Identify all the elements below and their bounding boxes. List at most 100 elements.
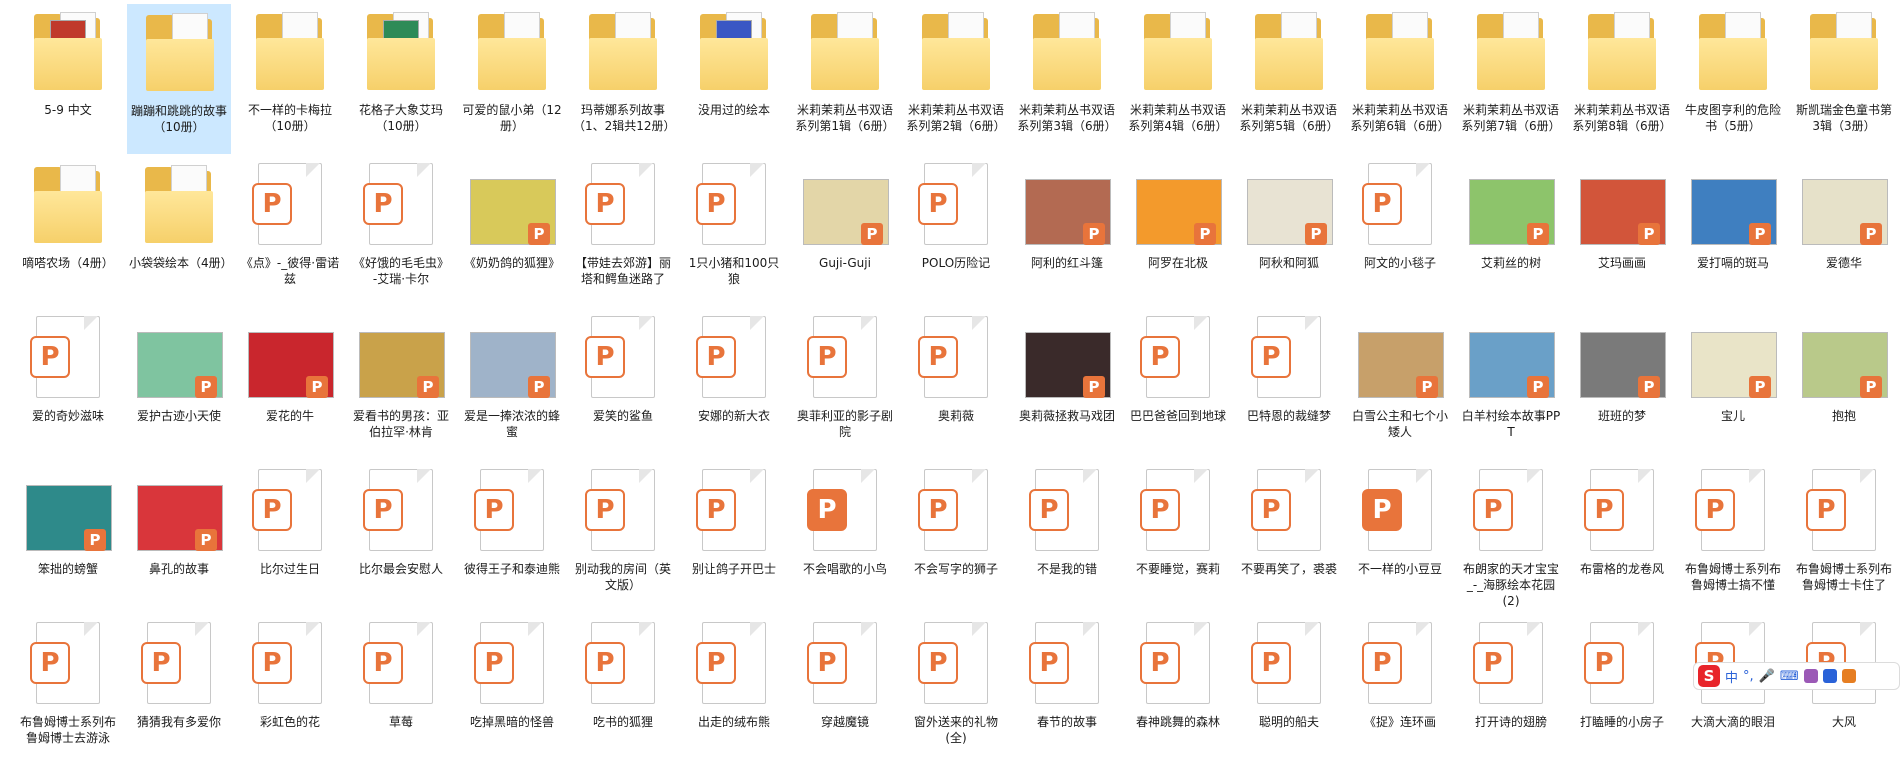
- ppt-file-item[interactable]: P 奥菲利亚的影子剧院: [793, 310, 897, 460]
- folder-item[interactable]: 米莉茉莉丛书双语系列第2辑（6册）: [904, 4, 1008, 154]
- mascot-icon[interactable]: [1841, 669, 1856, 683]
- ppt-file-item[interactable]: P 吃掉黑暗的怪兽: [460, 616, 564, 766]
- ppt-file-item[interactable]: P 草莓: [349, 616, 453, 766]
- ppt-file-item[interactable]: P 穿越魔镜: [793, 616, 897, 766]
- ppt-file-item[interactable]: P 比尔最会安慰人: [349, 463, 453, 613]
- ppt-file-item[interactable]: P 不会写字的狮子: [904, 463, 1008, 613]
- ppt-file-item[interactable]: P 爱是一捧浓浓的蜂蜜: [460, 310, 564, 460]
- ppt-file-item[interactable]: P 笨拙的螃蟹: [16, 463, 120, 613]
- ppt-file-item[interactable]: P 比尔过生日: [238, 463, 342, 613]
- ppt-file-item[interactable]: P 布雷格的龙卷风: [1570, 463, 1674, 613]
- folder-item[interactable]: 嘀嗒农场（4册）: [16, 157, 120, 307]
- ppt-file-item[interactable]: P 1只小猪和100只狼: [682, 157, 786, 307]
- ppt-file-item[interactable]: P 白羊村绘本故事PPT: [1459, 310, 1563, 460]
- ppt-file-item[interactable]: P 爱打嗝的斑马: [1681, 157, 1785, 307]
- ppt-file-item[interactable]: P大风: [1792, 616, 1896, 766]
- file-name-label: 爱德华: [1825, 256, 1862, 270]
- ppt-file-item[interactable]: P 不一样的小豆豆: [1348, 463, 1452, 613]
- ppt-file-item[interactable]: P 爱笑的鲨鱼: [571, 310, 675, 460]
- ppt-file-item[interactable]: P 猜猜我有多爱你: [127, 616, 231, 766]
- folder-item[interactable]: 没用过的绘本: [682, 4, 786, 154]
- ime-language-toggle[interactable]: 中: [1725, 667, 1738, 686]
- ppt-file-item[interactable]: P 阿秋和阿狐: [1237, 157, 1341, 307]
- ppt-file-item[interactable]: P 布鲁姆博士系列布鲁姆博士搞不懂: [1681, 463, 1785, 613]
- ime-punctuation-toggle[interactable]: °,: [1743, 669, 1754, 684]
- ppt-file-item[interactable]: P 巴特恩的裁缝梦: [1237, 310, 1341, 460]
- ppt-file-item[interactable]: P 不是我的错: [1015, 463, 1119, 613]
- folder-item[interactable]: 斯凯瑞金色童书第3辑（3册）: [1792, 4, 1896, 154]
- folder-item[interactable]: 5-9 中文: [16, 4, 120, 154]
- ppt-file-item[interactable]: P 别让鸽子开巴士: [682, 463, 786, 613]
- ppt-file-item[interactable]: P 爱看书的男孩：亚伯拉罕·林肯: [349, 310, 453, 460]
- ppt-file-item[interactable]: P 打开诗的翅膀: [1459, 616, 1563, 766]
- ppt-file-item[interactable]: P POLO历险记: [904, 157, 1008, 307]
- folder-item[interactable]: 可爱的鼠小弟（12册）: [460, 4, 564, 154]
- microphone-icon[interactable]: 🎤: [1759, 669, 1775, 684]
- ppt-file-item[interactable]: P 春神跳舞的森林: [1126, 616, 1230, 766]
- folder-item[interactable]: 不一样的卡梅拉（10册）: [238, 4, 342, 154]
- ppt-file-item[interactable]: P 窗外送来的礼物(全): [904, 616, 1008, 766]
- folder-item[interactable]: 米莉茉莉丛书双语系列第7辑（6册）: [1459, 4, 1563, 154]
- file-name-label: 不一样的卡梅拉（10册）: [247, 103, 332, 133]
- ppt-file-item[interactable]: P 春节的故事: [1015, 616, 1119, 766]
- folder-item[interactable]: 玛蒂娜系列故事（1、2辑共12册）: [571, 4, 675, 154]
- ppt-file-item[interactable]: P 《奶奶鸽的狐狸》: [460, 157, 564, 307]
- sogou-logo-icon[interactable]: S: [1698, 665, 1720, 687]
- folder-item[interactable]: 牛皮图亨利的危险书（5册）: [1681, 4, 1785, 154]
- ppt-file-item[interactable]: P 艾玛画画: [1570, 157, 1674, 307]
- ppt-file-item[interactable]: P 【带娃去郊游】丽塔和鳄鱼迷路了: [571, 157, 675, 307]
- ppt-file-item[interactable]: P 宝儿: [1681, 310, 1785, 460]
- ppt-file-item[interactable]: P 奥莉薇拯救马戏团: [1015, 310, 1119, 460]
- ppt-file-item[interactable]: P大滴大滴的眼泪: [1681, 616, 1785, 766]
- ppt-file-item[interactable]: P 不要睡觉，赛莉: [1126, 463, 1230, 613]
- ppt-file-item[interactable]: P 爱花的牛: [238, 310, 342, 460]
- ppt-file-item[interactable]: P 白雪公主和七个小矮人: [1348, 310, 1452, 460]
- ppt-file-item[interactable]: P 阿利的红斗篷: [1015, 157, 1119, 307]
- folder-item[interactable]: 米莉茉莉丛书双语系列第8辑（6册）: [1570, 4, 1674, 154]
- ppt-file-item[interactable]: P 《点》-_彼得·雷诺兹: [238, 157, 342, 307]
- ppt-file-item[interactable]: P 阿罗在北极: [1126, 157, 1230, 307]
- ppt-file-item[interactable]: P Guji-Guji: [793, 157, 897, 307]
- folder-item[interactable]: 花格子大象艾玛（10册）: [349, 4, 453, 154]
- ppt-file-item[interactable]: P 吃书的狐狸: [571, 616, 675, 766]
- skin-icon[interactable]: [1803, 669, 1818, 683]
- file-name-label: 笨拙的螃蟹: [37, 562, 98, 576]
- ppt-thumbnail-icon: P: [137, 314, 223, 404]
- powerpoint-file-icon: P: [137, 620, 221, 710]
- folder-item[interactable]: 米莉茉莉丛书双语系列第6辑（6册）: [1348, 4, 1452, 154]
- ppt-file-item[interactable]: P 爱的奇妙滋味: [16, 310, 120, 460]
- ppt-file-item[interactable]: P 奥莉薇: [904, 310, 1008, 460]
- ppt-file-item[interactable]: P 不要再笑了，裘裘: [1237, 463, 1341, 613]
- ppt-file-item[interactable]: P 布鲁姆博士系列布鲁姆博士卡住了: [1792, 463, 1896, 613]
- ppt-file-item[interactable]: P 布朗家的天才宝宝_-_海豚绘本花园(2): [1459, 463, 1563, 613]
- folder-item[interactable]: 小袋袋绘本（4册）: [127, 157, 231, 307]
- ppt-file-item[interactable]: P 《捉》连环画: [1348, 616, 1452, 766]
- folder-item[interactable]: 蹦蹦和跳跳的故事（10册）: [127, 4, 231, 154]
- powerpoint-file-icon: P: [581, 467, 665, 557]
- ppt-file-item[interactable]: P 抱抱: [1792, 310, 1896, 460]
- ppt-file-item[interactable]: P 聪明的船夫: [1237, 616, 1341, 766]
- ppt-file-item[interactable]: P 鼻孔的故事: [127, 463, 231, 613]
- ppt-file-item[interactable]: P 《好饿的毛毛虫》-艾瑞·卡尔: [349, 157, 453, 307]
- ppt-file-item[interactable]: P 彩虹色的花: [238, 616, 342, 766]
- ppt-file-item[interactable]: P 阿文的小毯子: [1348, 157, 1452, 307]
- ppt-file-item[interactable]: P 布鲁姆博士系列布鲁姆博士去游泳: [16, 616, 120, 766]
- ppt-file-item[interactable]: P 别动我的房间（英文版）: [571, 463, 675, 613]
- ppt-file-item[interactable]: P 爱德华: [1792, 157, 1896, 307]
- ppt-file-item[interactable]: P 不会唱歌的小鸟: [793, 463, 897, 613]
- ppt-file-item[interactable]: P 爱护古迹小天使: [127, 310, 231, 460]
- keyboard-icon[interactable]: ⌨: [1780, 669, 1799, 684]
- ppt-file-item[interactable]: P 安娜的新大衣: [682, 310, 786, 460]
- folder-item[interactable]: 米莉茉莉丛书双语系列第1辑（6册）: [793, 4, 897, 154]
- toolbox-icon[interactable]: [1822, 669, 1837, 683]
- folder-item[interactable]: 米莉茉莉丛书双语系列第5辑（6册）: [1237, 4, 1341, 154]
- ppt-file-item[interactable]: P 班班的梦: [1570, 310, 1674, 460]
- ppt-file-item[interactable]: P 出走的绒布熊: [682, 616, 786, 766]
- folder-item[interactable]: 米莉茉莉丛书双语系列第3辑（6册）: [1015, 4, 1119, 154]
- folder-item[interactable]: 米莉茉莉丛书双语系列第4辑（6册）: [1126, 4, 1230, 154]
- ppt-file-item[interactable]: P 打瞌睡的小房子: [1570, 616, 1674, 766]
- ime-toolbar[interactable]: S 中 °, 🎤 ⌨: [1693, 662, 1900, 690]
- ppt-file-item[interactable]: P 艾莉丝的树: [1459, 157, 1563, 307]
- ppt-file-item[interactable]: P 巴巴爸爸回到地球: [1126, 310, 1230, 460]
- ppt-file-item[interactable]: P 彼得王子和泰迪熊: [460, 463, 564, 613]
